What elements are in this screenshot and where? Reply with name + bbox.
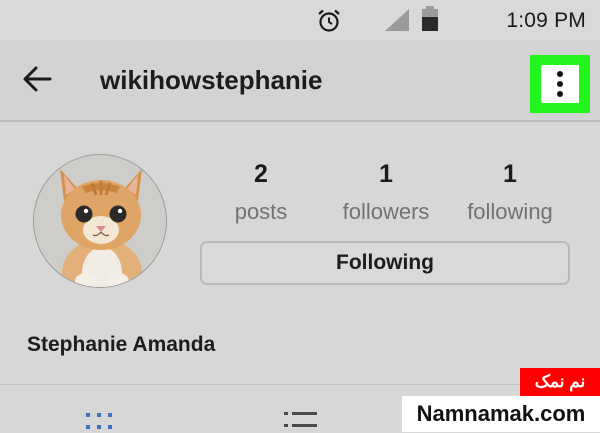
back-arrow-icon[interactable]	[22, 64, 52, 94]
more-options-button[interactable]	[530, 55, 590, 113]
watermark-site: Namnamak.com	[402, 396, 600, 432]
watermark-persian: نم نمک	[520, 368, 600, 396]
following-label: following	[467, 199, 553, 224]
profile-header: wikihowstephanie	[0, 40, 600, 122]
following-button[interactable]: Following	[200, 241, 570, 285]
profile-section: 2 posts 1 followers 1 following Followin…	[0, 122, 600, 384]
list-view-icon[interactable]	[283, 409, 319, 433]
following-count: 1	[503, 160, 517, 188]
followers-count: 1	[379, 160, 393, 188]
following-stat[interactable]: 1 following	[450, 160, 570, 225]
battery-icon	[422, 6, 438, 31]
posts-label: posts	[234, 199, 288, 224]
more-vertical-icon[interactable]	[541, 65, 579, 103]
page-title-username: wikihowstephanie	[100, 65, 323, 95]
alarm-clock-icon	[318, 9, 340, 32]
profile-full-name: Stephanie Amanda	[27, 333, 216, 356]
followers-stat[interactable]: 1 followers	[326, 160, 446, 225]
grid-view-icon[interactable]	[84, 411, 116, 433]
signal-icon	[385, 9, 409, 31]
posts-count: 2	[254, 160, 268, 188]
status-time: 1:09 PM	[506, 9, 586, 32]
status-bar: 1:09 PM	[0, 0, 600, 40]
followers-label: followers	[342, 199, 430, 224]
posts-stat[interactable]: 2 posts	[201, 160, 321, 225]
avatar[interactable]	[33, 154, 167, 288]
kitten-avatar	[34, 155, 166, 287]
